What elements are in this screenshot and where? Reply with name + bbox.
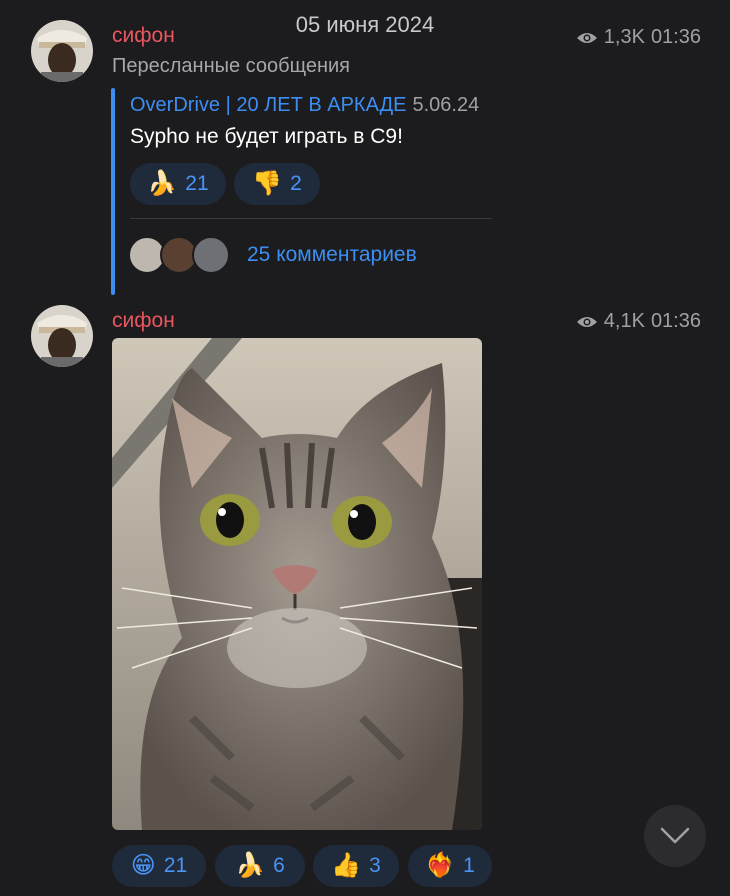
reaction-thumbs-down[interactable]: 👎 2 [234, 163, 320, 205]
comments-link[interactable]: 25 комментариев [247, 243, 417, 267]
reaction-banana[interactable]: 🍌 6 [215, 845, 305, 887]
forward-label: Пересланные сообщения [112, 55, 351, 77]
view-count: 1,3K [603, 26, 645, 48]
scroll-down-button[interactable] [644, 805, 706, 867]
author-name[interactable]: сифон [112, 24, 175, 48]
eye-icon [576, 316, 597, 327]
reaction-thumbs-up[interactable]: 👍 3 [313, 845, 399, 887]
message-meta: 1,3K 01:36 [576, 26, 701, 49]
reaction-grin[interactable]: 😁 21 [112, 845, 206, 887]
thumbs-down-icon: 👎 [252, 170, 283, 197]
message-meta: 4,1K 01:36 [576, 310, 701, 333]
reaction-count: 2 [290, 172, 302, 195]
reaction-heart-fire[interactable]: ❤️‍🔥 1 [408, 845, 492, 887]
reaction-count: 6 [273, 854, 285, 877]
avatar[interactable] [31, 305, 93, 367]
chevron-down-icon [660, 827, 690, 844]
commenter-avatar [192, 236, 230, 274]
message-time: 01:36 [650, 26, 701, 48]
heart-on-fire-icon: ❤️‍🔥 [425, 852, 456, 879]
comments-avatars[interactable] [128, 236, 238, 274]
grin-icon: 😁 [130, 852, 156, 879]
forward-source-date: 5.06.24 [412, 94, 480, 116]
quote-bar [111, 88, 115, 295]
view-count: 4,1K [603, 310, 645, 332]
reaction-count: 1 [463, 854, 475, 877]
message-text: Sypho не будет играть в C9! [130, 125, 403, 148]
banana-icon: 🍌 [235, 852, 266, 879]
banana-icon: 🍌 [147, 170, 178, 197]
cat-photo[interactable] [112, 338, 482, 830]
forward-source[interactable]: OverDrive | 20 ЛЕТ В АРКАДЕ 5.06.24 [130, 94, 479, 117]
reaction-count: 21 [185, 172, 209, 195]
eye-icon [576, 32, 597, 43]
message-time: 01:36 [650, 310, 701, 332]
reaction-count: 21 [163, 854, 188, 877]
divider [130, 218, 492, 219]
reaction-count: 3 [369, 854, 381, 877]
forward-source-name[interactable]: OverDrive | 20 ЛЕТ В АРКАДЕ [130, 94, 406, 116]
thumbs-up-icon: 👍 [331, 852, 362, 879]
author-name[interactable]: сифон [112, 309, 175, 333]
reaction-banana[interactable]: 🍌 21 [130, 163, 226, 205]
avatar[interactable] [31, 20, 93, 82]
